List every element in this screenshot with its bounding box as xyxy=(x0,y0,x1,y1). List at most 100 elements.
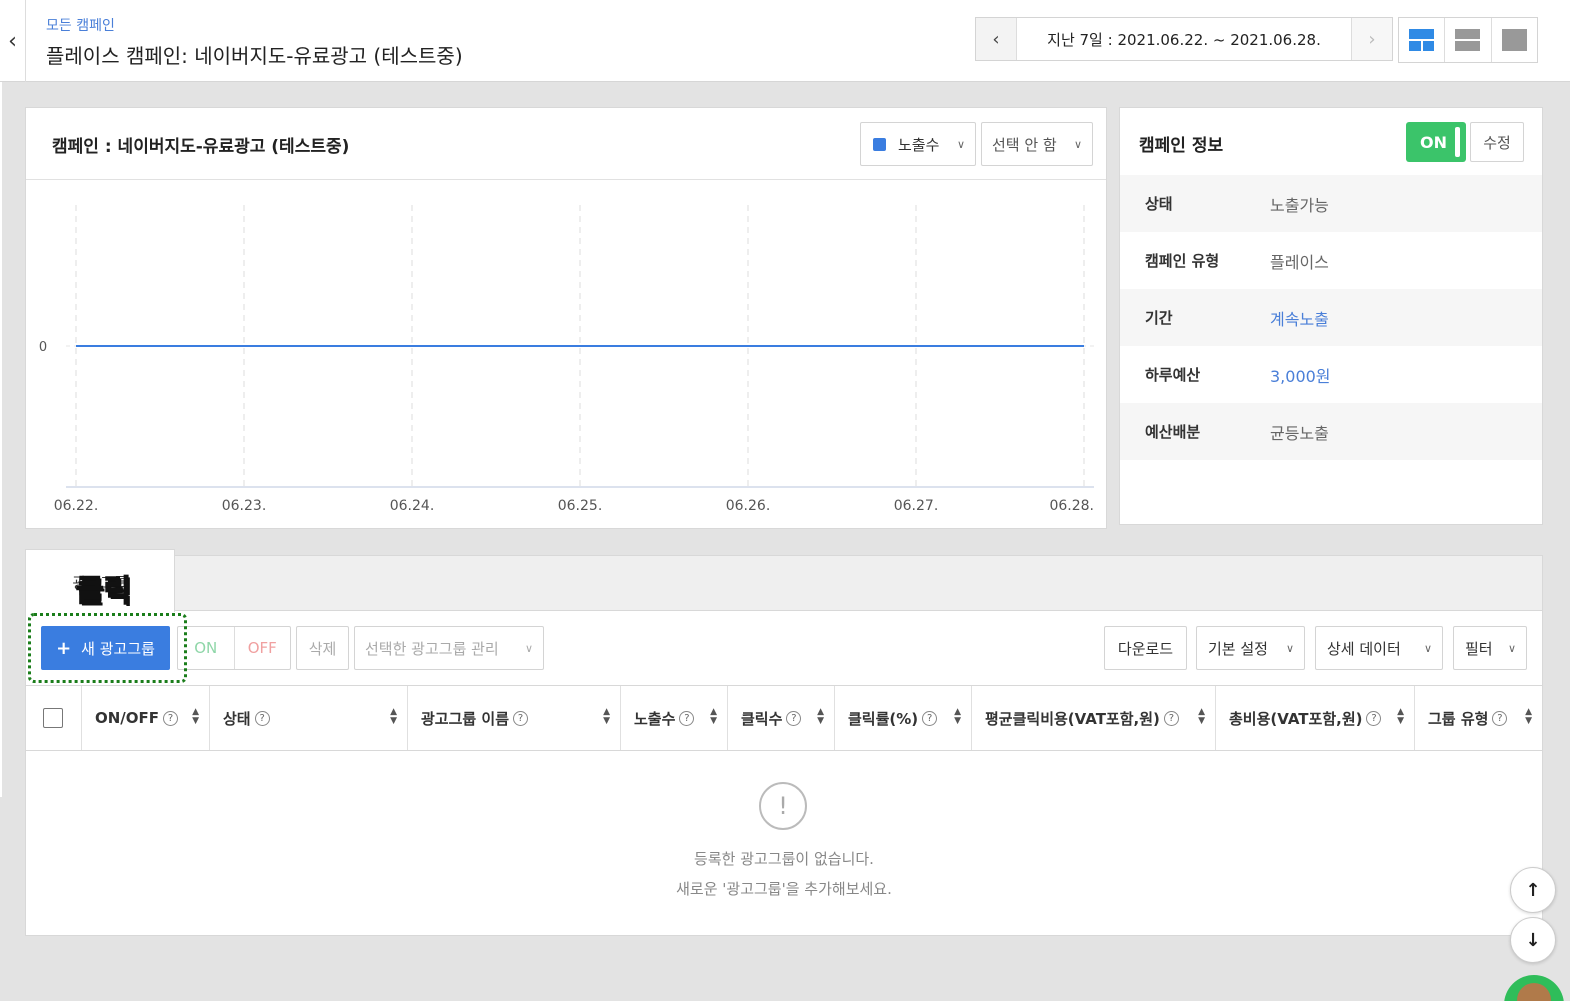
info-exclamation-icon: ! xyxy=(759,782,807,830)
view-layout-toggle xyxy=(1398,17,1538,63)
column-label: 평균클릭비용(VAT포함,원) xyxy=(985,709,1160,728)
compare-select[interactable]: 선택 안 함 ∨ xyxy=(981,122,1093,166)
column-header-status[interactable]: 상태? ▲ ▼ xyxy=(210,686,408,750)
sort-icon[interactable]: ▲ ▼ xyxy=(1397,708,1404,726)
page-header: ‹ 모든 캠페인 플레이스 캠페인: 네이버지도-유료광고 (테스트중) ‹ 지… xyxy=(0,0,1570,82)
column-header-avg-cpc[interactable]: 평균클릭비용(VAT포함,원)? ▲ ▼ xyxy=(972,686,1216,750)
delete-button[interactable]: 삭제 xyxy=(296,626,349,670)
chat-avatar[interactable] xyxy=(1504,975,1564,1001)
sort-icon[interactable]: ▲ ▼ xyxy=(954,708,961,726)
sort-icon[interactable]: ▲ ▼ xyxy=(192,708,199,726)
column-header-onoff[interactable]: ON/OFF? ▲ ▼ xyxy=(82,686,210,750)
help-icon[interactable]: ? xyxy=(1366,710,1382,726)
filter-dropdown[interactable]: 필터 ∨ xyxy=(1453,626,1527,670)
layout-rows-button[interactable] xyxy=(1445,18,1492,62)
campaign-on-toggle[interactable]: ON xyxy=(1406,122,1466,162)
sort-icon[interactable]: ▲ ▼ xyxy=(710,708,717,726)
series-color-swatch xyxy=(873,137,886,151)
layout-split-icon xyxy=(1409,29,1435,51)
prev-period-icon[interactable]: ‹ xyxy=(976,18,1016,60)
help-icon[interactable]: ? xyxy=(786,710,802,726)
sort-icon[interactable]: ▲ ▼ xyxy=(390,708,397,726)
scroll-top-button[interactable]: ↑ xyxy=(1510,867,1556,913)
page-title: 플레이스 캠페인: 네이버지도-유료광고 (테스트중) xyxy=(46,44,463,68)
info-value: 노출가능 xyxy=(1270,195,1329,215)
avatar-face xyxy=(1517,983,1551,1001)
info-key: 하루예산 xyxy=(1145,366,1201,384)
layout-full-button[interactable] xyxy=(1492,18,1537,62)
x-tick-label: 06.28. xyxy=(1049,498,1094,514)
basic-settings-dropdown[interactable]: 기본 설정 ∨ xyxy=(1196,626,1305,670)
x-tick-label: 06.23. xyxy=(222,498,267,514)
basic-settings-label: 기본 설정 xyxy=(1208,639,1268,658)
help-icon[interactable]: ? xyxy=(254,710,270,726)
info-value: 균등노출 xyxy=(1270,423,1329,443)
help-icon[interactable]: ? xyxy=(1492,710,1508,726)
off-button[interactable]: OFF xyxy=(235,627,291,669)
column-header-total-cost[interactable]: 총비용(VAT포함,원)? ▲ ▼ xyxy=(1216,686,1415,750)
help-icon[interactable]: ? xyxy=(513,710,529,726)
divider xyxy=(174,610,1543,611)
info-title: 캠페인 정보 xyxy=(1139,136,1224,156)
column-label: 노출수 xyxy=(634,709,676,728)
chevron-down-icon: ∨ xyxy=(1423,641,1432,655)
sort-icon[interactable]: ▲ ▼ xyxy=(1198,708,1205,726)
download-button[interactable]: 다운로드 xyxy=(1104,626,1187,670)
metric-select-label: 노출수 xyxy=(898,135,940,154)
info-value-link[interactable]: 계속노출 xyxy=(1270,306,1329,330)
info-row-status: 상태 노출가능 xyxy=(1120,175,1542,232)
next-period-icon[interactable]: › xyxy=(1352,18,1392,60)
manage-selected-dropdown[interactable]: 선택한 광고그룹 관리 ∨ xyxy=(354,626,544,670)
chevron-down-icon: ∨ xyxy=(1507,641,1516,655)
click-annotation: 클릭 xyxy=(75,574,132,609)
toggle-knob xyxy=(1455,127,1460,157)
date-range-label[interactable]: 지난 7일 : 2021.06.22. ~ 2021.06.28. xyxy=(1016,18,1352,60)
click-highlight-box xyxy=(28,613,187,683)
chevron-down-icon: ∨ xyxy=(956,137,965,151)
sort-icon[interactable]: ▲ ▼ xyxy=(817,708,824,726)
detail-data-label: 상세 데이터 xyxy=(1327,639,1401,658)
chevron-down-icon: ∨ xyxy=(1285,641,1294,655)
sort-icon[interactable]: ▲ ▼ xyxy=(603,708,610,726)
layout-rows-icon xyxy=(1455,29,1481,51)
column-header-clicks[interactable]: 클릭수? ▲ ▼ xyxy=(728,686,835,750)
column-label: 그룹 유형 xyxy=(1428,709,1489,728)
x-tick-label: 06.25. xyxy=(558,498,603,514)
campaign-info-card: 캠페인 정보 ON 수정 상태 노출가능 캠페인 유형 플레이스 기간 계속노출… xyxy=(1119,107,1543,525)
info-key: 기간 xyxy=(1145,309,1173,327)
chart-card: 캠페인 : 네이버지도-유료광고 (테스트중) 노출수 ∨ 선택 안 함 ∨ 0… xyxy=(25,107,1107,529)
sort-icon[interactable]: ▲ ▼ xyxy=(1525,708,1532,726)
tab-strip xyxy=(25,555,1543,611)
help-icon[interactable]: ? xyxy=(922,710,938,726)
column-label: 클릭수 xyxy=(741,709,783,728)
help-icon[interactable]: ? xyxy=(1163,710,1179,726)
help-icon[interactable]: ? xyxy=(679,710,695,726)
info-key: 예산배분 xyxy=(1145,423,1201,441)
back-arrow-icon[interactable]: ‹ xyxy=(0,0,26,82)
filter-label: 필터 xyxy=(1465,639,1493,658)
chevron-down-icon: ∨ xyxy=(1073,137,1082,151)
info-value-link[interactable]: 3,000원 xyxy=(1270,363,1331,387)
detail-data-dropdown[interactable]: 상세 데이터 ∨ xyxy=(1315,626,1443,670)
info-key: 상태 xyxy=(1145,195,1173,213)
column-label: 클릭률(%) xyxy=(848,709,919,728)
column-label: 총비용(VAT포함,원) xyxy=(1229,709,1363,728)
date-range-nav: ‹ 지난 7일 : 2021.06.22. ~ 2021.06.28. › xyxy=(975,17,1393,61)
x-tick-label: 06.22. xyxy=(54,498,99,514)
on-off-toggle-group: ON OFF xyxy=(177,626,291,670)
line-chart: 0 06.22. 06.23. 06.24. 06.25. 06.26. 06.27. 06.… xyxy=(39,205,1094,514)
breadcrumb[interactable]: 모든 캠페인 xyxy=(46,15,115,35)
scroll-bottom-button[interactable]: ↓ xyxy=(1510,917,1556,963)
help-icon[interactable]: ? xyxy=(163,710,179,726)
layout-split-button[interactable] xyxy=(1399,18,1446,62)
x-tick-label: 06.27. xyxy=(894,498,939,514)
info-row-type: 캠페인 유형 플레이스 xyxy=(1120,232,1542,289)
select-all-checkbox[interactable] xyxy=(43,708,63,728)
column-header-group-type[interactable]: 그룹 유형? ▲ ▼ xyxy=(1415,686,1542,750)
metric-select[interactable]: 노출수 ∨ xyxy=(860,122,976,166)
column-header-impressions[interactable]: 노출수? ▲ ▼ xyxy=(621,686,728,750)
column-header-name[interactable]: 광고그룹 이름? ▲ ▼ xyxy=(408,686,621,750)
column-header-ctr[interactable]: 클릭률(%)? ▲ ▼ xyxy=(835,686,972,750)
compare-select-label: 선택 안 함 xyxy=(992,135,1057,154)
edit-button[interactable]: 수정 xyxy=(1470,122,1524,162)
